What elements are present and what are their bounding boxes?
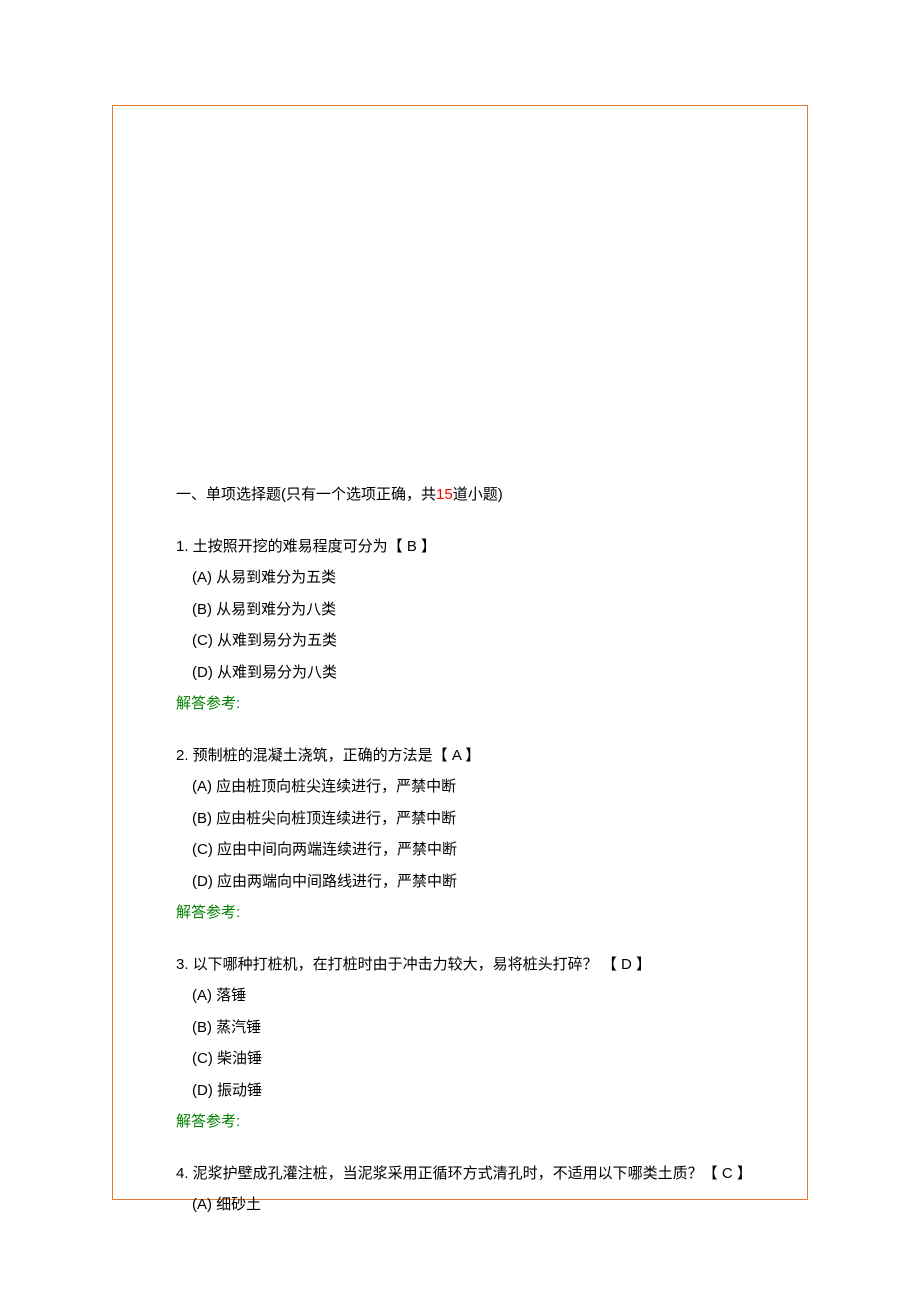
question-1: 1. 土按照开挖的难易程度可分为【 B 】 (A) 从易到难分为五类 (B) 从…: [176, 531, 770, 720]
question-suffix: 】: [733, 1165, 752, 1182]
section-heading: 一、单项选择题(只有一个选项正确，共15道小题): [176, 479, 770, 511]
answer-reference: 解答参考:: [176, 897, 770, 929]
question-stem: 3. 以下哪种打桩机，在打桩时由于冲击力较大，易将桩头打碎？ 【 D 】: [176, 949, 770, 981]
question-4: 4. 泥浆护壁成孔灌注桩，当泥浆采用正循环方式清孔时，不适用以下哪类土质？【 C…: [176, 1158, 770, 1221]
question-suffix: 】: [417, 538, 436, 555]
question-number: 2.: [176, 747, 189, 764]
options-list: (A) 落锤 (B) 蒸汽锤 (C) 柴油锤 (D) 振动锤: [192, 980, 770, 1106]
question-stem: 2. 预制桩的混凝土浇筑，正确的方法是【 A 】: [176, 740, 770, 772]
option-c: (C) 从难到易分为五类: [192, 625, 770, 657]
question-stem: 1. 土按照开挖的难易程度可分为【 B 】: [176, 531, 770, 563]
section-title-prefix: 一、单项选择题(只有一个选项正确，共: [176, 486, 436, 503]
answer-reference: 解答参考:: [176, 1106, 770, 1138]
option-c: (C) 应由中间向两端连续进行，严禁中断: [192, 834, 770, 866]
question-prefix: 以下哪种打桩机，在打桩时由于冲击力较大，易将桩头打碎？ 【: [189, 956, 617, 973]
options-list: (A) 细砂土: [192, 1189, 770, 1221]
option-b: (B) 从易到难分为八类: [192, 594, 770, 626]
options-list: (A) 从易到难分为五类 (B) 从易到难分为八类 (C) 从难到易分为五类 (…: [192, 562, 770, 688]
question-answer: C: [718, 1165, 733, 1182]
question-3: 3. 以下哪种打桩机，在打桩时由于冲击力较大，易将桩头打碎？ 【 D 】 (A)…: [176, 949, 770, 1138]
option-d: (D) 应由两端向中间路线进行，严禁中断: [192, 866, 770, 898]
option-a: (A) 细砂土: [192, 1189, 770, 1221]
question-2: 2. 预制桩的混凝土浇筑，正确的方法是【 A 】 (A) 应由桩顶向桩尖连续进行…: [176, 740, 770, 929]
question-answer: B: [403, 538, 417, 555]
question-number: 1.: [176, 538, 189, 555]
section-title-suffix: 道小题): [453, 486, 503, 503]
question-suffix: 】: [461, 747, 480, 764]
option-d: (D) 振动锤: [192, 1075, 770, 1107]
option-a: (A) 应由桩顶向桩尖连续进行，严禁中断: [192, 771, 770, 803]
question-prefix: 土按照开挖的难易程度可分为【: [189, 538, 403, 555]
question-answer: D: [617, 956, 632, 973]
answer-reference: 解答参考:: [176, 688, 770, 720]
option-b: (B) 应由桩尖向桩顶连续进行，严禁中断: [192, 803, 770, 835]
option-a: (A) 从易到难分为五类: [192, 562, 770, 594]
question-stem: 4. 泥浆护壁成孔灌注桩，当泥浆采用正循环方式清孔时，不适用以下哪类土质？【 C…: [176, 1158, 770, 1190]
question-number: 3.: [176, 956, 189, 973]
option-a: (A) 落锤: [192, 980, 770, 1012]
option-d: (D) 从难到易分为八类: [192, 657, 770, 689]
question-prefix: 泥浆护壁成孔灌注桩，当泥浆采用正循环方式清孔时，不适用以下哪类土质？【: [189, 1165, 718, 1182]
question-answer: A: [448, 747, 461, 764]
question-number: 4.: [176, 1165, 189, 1182]
option-b: (B) 蒸汽锤: [192, 1012, 770, 1044]
question-count: 15: [436, 486, 453, 503]
question-prefix: 预制桩的混凝土浇筑，正确的方法是【: [189, 747, 448, 764]
question-suffix: 】: [632, 956, 651, 973]
option-c: (C) 柴油锤: [192, 1043, 770, 1075]
options-list: (A) 应由桩顶向桩尖连续进行，严禁中断 (B) 应由桩尖向桩顶连续进行，严禁中…: [192, 771, 770, 897]
